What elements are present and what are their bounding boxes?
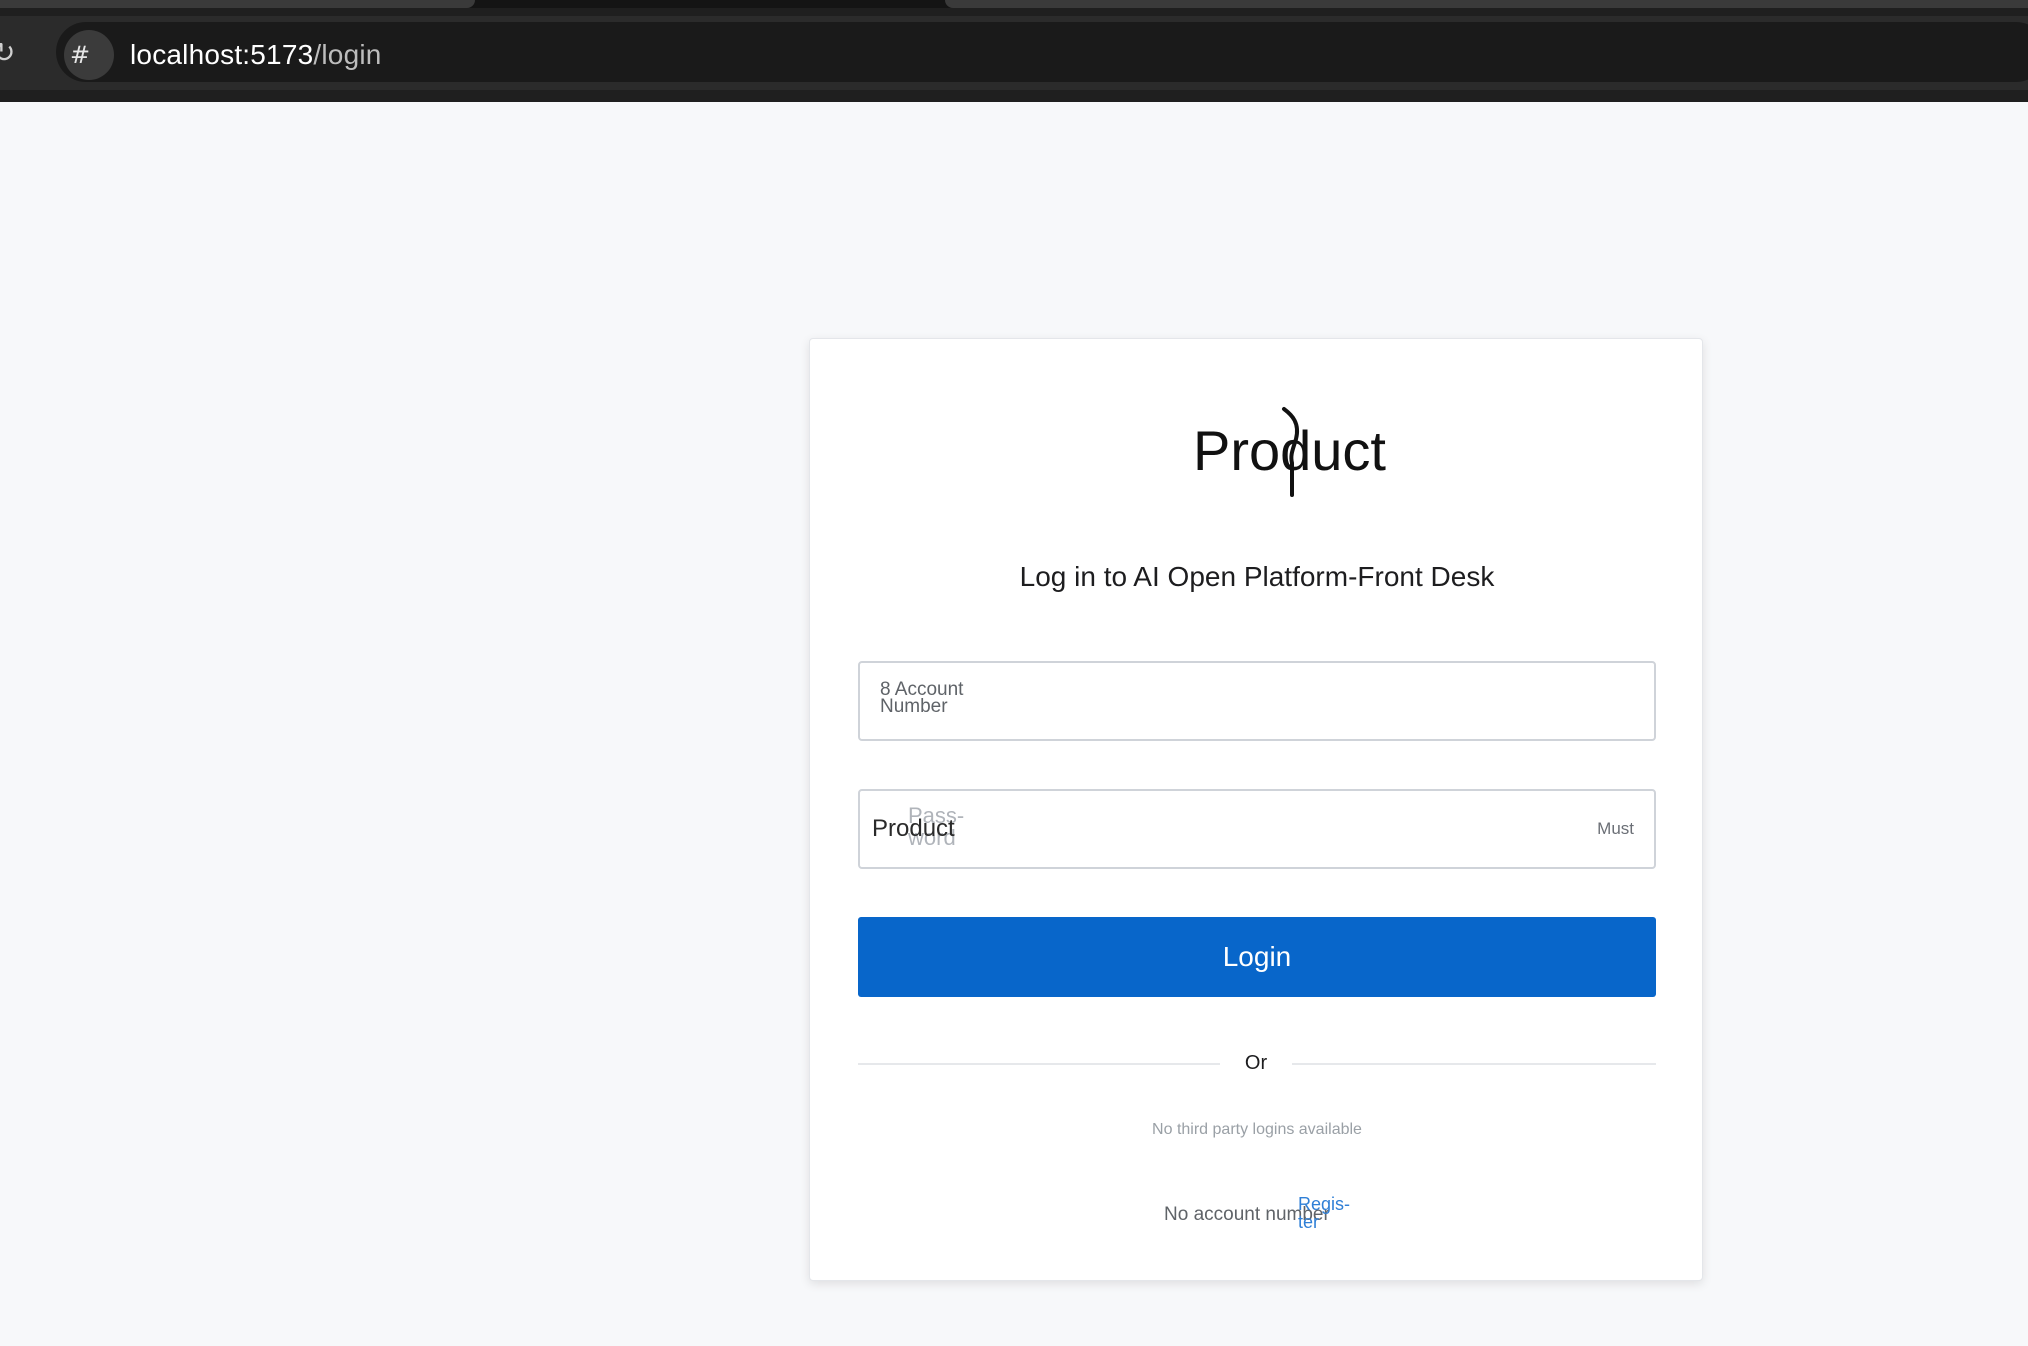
toolbar: ↻ # localhost:5173/login (0, 16, 2028, 90)
login-button[interactable]: Login (858, 917, 1656, 997)
password-field[interactable]: Pass-word Product Must (858, 789, 1656, 869)
divider-line-right (1292, 1063, 1656, 1065)
browser-tab[interactable] (0, 0, 475, 8)
password-value: Product (872, 815, 955, 842)
text-cursor-icon (1282, 407, 1299, 497)
logo: Product (810, 399, 1704, 519)
reload-icon[interactable]: ↻ (0, 38, 18, 68)
tab-strip (0, 0, 2028, 8)
page-subtitle: Log in to AI Open Platform-Front Desk (1019, 561, 1495, 592)
account-number-field[interactable]: 8 Account Number (858, 661, 1656, 741)
third-party-login-notice: No third party logins available (1152, 1121, 1362, 1138)
divider-line-left (858, 1063, 1220, 1065)
divider-text: Or (1244, 1052, 1268, 1074)
page-content: Product Log in to AI Open Platform-Front… (0, 102, 2028, 1346)
url-text[interactable]: localhost:5173/login (130, 38, 382, 72)
url-path: /login (313, 39, 382, 70)
browser-chrome: ↻ # localhost:5173/login (0, 0, 2028, 102)
url-host: localhost:5173 (130, 39, 314, 70)
browser-tab[interactable] (945, 0, 2028, 8)
login-card: Product Log in to AI Open Platform-Front… (809, 338, 1703, 1281)
site-info-icon[interactable]: # (64, 30, 114, 80)
password-hint: Must (1597, 819, 1634, 838)
account-number-label: 8 Account Number (880, 679, 964, 717)
register-link[interactable]: Regis-ter (1298, 1195, 1358, 1231)
register-row: No account number Regis-ter (1164, 1195, 1424, 1235)
